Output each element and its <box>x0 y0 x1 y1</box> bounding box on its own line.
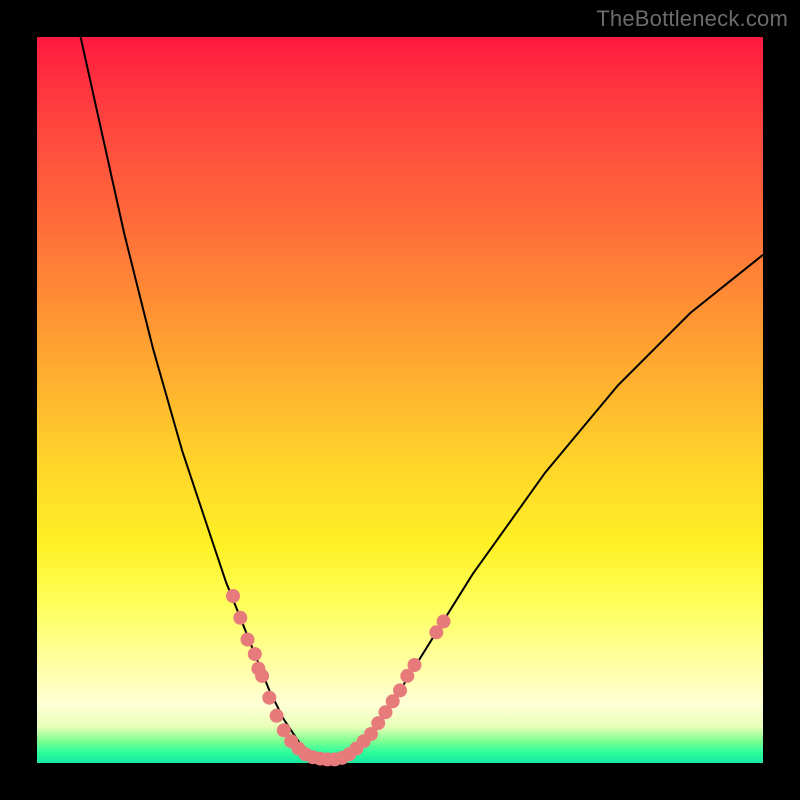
curve-marker <box>226 589 240 603</box>
curve-marker <box>262 691 276 705</box>
curve-marker <box>270 709 284 723</box>
curve-marker <box>241 633 255 647</box>
plot-area <box>37 37 763 763</box>
curve-marker <box>248 647 262 661</box>
chart-frame: TheBottleneck.com <box>0 0 800 800</box>
marker-group <box>226 589 451 766</box>
curve-marker <box>408 658 422 672</box>
curve-marker <box>437 614 451 628</box>
curve-marker <box>233 611 247 625</box>
curve-marker <box>393 683 407 697</box>
watermark-text: TheBottleneck.com <box>596 6 788 32</box>
curve-marker <box>255 669 269 683</box>
bottleneck-curve <box>81 37 763 759</box>
chart-svg <box>37 37 763 763</box>
